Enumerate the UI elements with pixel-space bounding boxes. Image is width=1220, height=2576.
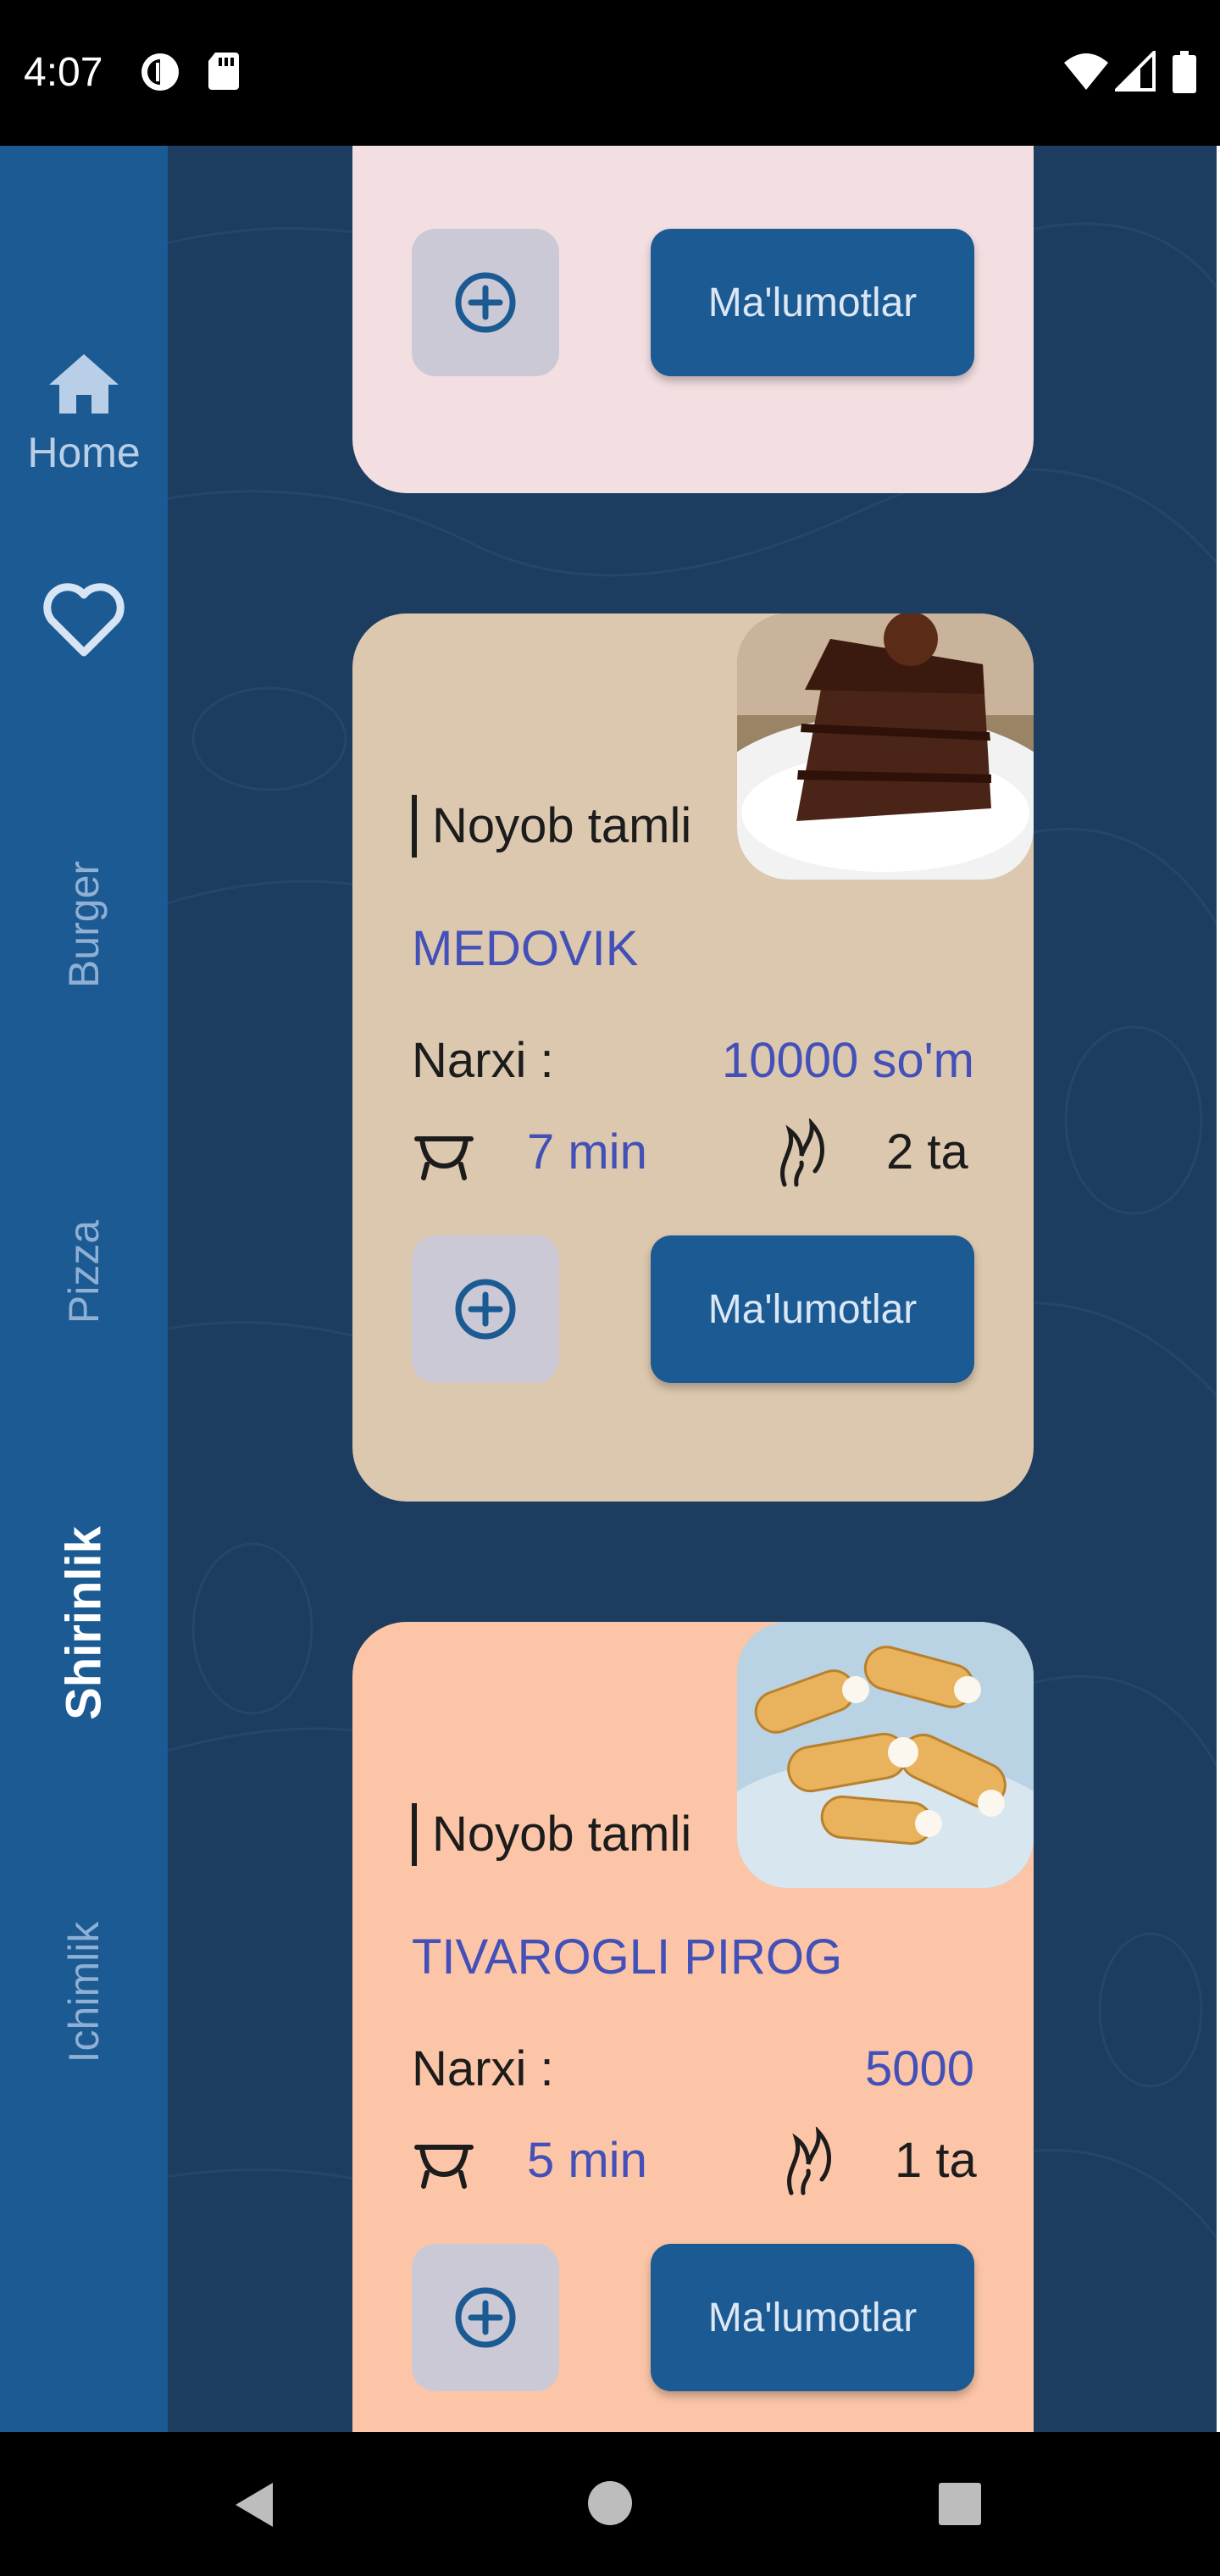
price-label: Narxi :	[412, 1033, 554, 1088]
details-button[interactable]: Ma'lumotlar	[651, 1235, 974, 1383]
product-card: Ma'lumotlar	[352, 146, 1034, 493]
cellular-signal-icon	[1115, 51, 1156, 92]
price-label: Narxi :	[412, 2041, 554, 2096]
plus-circle-icon	[455, 1279, 516, 1340]
home-button-icon[interactable]	[586, 2479, 634, 2527]
details-button[interactable]: Ma'lumotlar	[651, 229, 974, 376]
system-navigation-bar	[0, 2432, 1220, 2576]
fire-icon	[787, 2127, 831, 2196]
category-ichimlik[interactable]: Ichimlik	[59, 1890, 108, 2094]
scroll-edge	[1217, 146, 1220, 2432]
serving-count: 1 ta	[895, 2133, 977, 2188]
sd-card-icon	[208, 53, 239, 90]
cook-time: 5 min	[527, 2133, 647, 2188]
sidebar: Home Burger Pizza Shirinlik Ichimlik	[0, 146, 168, 2432]
product-image-chocolate-cake	[737, 613, 1034, 880]
category-burger[interactable]: Burger	[59, 840, 108, 1009]
product-tagline: Noyob tamli	[412, 795, 691, 858]
nav-favorites[interactable]	[42, 583, 126, 663]
product-name: TIVAROGLI PIROG	[412, 1929, 843, 1985]
category-pizza[interactable]: Pizza	[59, 1187, 108, 1357]
product-card[interactable]: Noyob tamli MEDOVIK Narxi : 10000 so'm 7…	[352, 613, 1034, 1502]
back-icon[interactable]	[230, 2479, 278, 2530]
category-shirinlik[interactable]: Shirinlik	[56, 1505, 113, 1742]
battery-icon	[1173, 51, 1196, 93]
app-notification-icon	[141, 53, 179, 91]
product-name: MEDOVIK	[412, 921, 639, 976]
nav-home-label: Home	[27, 429, 141, 476]
plus-circle-icon	[455, 272, 516, 333]
fire-icon	[780, 1119, 824, 1187]
cooking-pot-icon	[414, 1136, 474, 1180]
recents-icon[interactable]	[937, 2481, 983, 2527]
status-bar: 4:07	[0, 0, 1220, 146]
details-button[interactable]: Ma'lumotlar	[651, 2244, 974, 2391]
heart-icon	[43, 583, 125, 657]
serving-count: 2 ta	[886, 1124, 968, 1180]
add-to-cart-button[interactable]	[412, 1235, 559, 1383]
nav-home[interactable]: Home	[0, 349, 168, 477]
price-value: 5000	[864, 2041, 974, 2096]
add-to-cart-button[interactable]	[412, 229, 559, 376]
plus-circle-icon	[455, 2287, 516, 2348]
wifi-icon	[1064, 53, 1108, 90]
add-to-cart-button[interactable]	[412, 2244, 559, 2391]
product-tagline: Noyob tamli	[412, 1803, 691, 1866]
price-value: 10000 so'm	[721, 1033, 974, 1088]
main-content[interactable]: Home Burger Pizza Shirinlik Ichimlik Ma'…	[0, 146, 1217, 2432]
status-time: 4:07	[24, 50, 103, 95]
cook-time: 7 min	[527, 1124, 647, 1180]
app-screen: 4:07 Home Burger Pizza Shirinlik Ichimli…	[0, 0, 1220, 2576]
cooking-pot-icon	[414, 2145, 474, 2189]
product-image-cream-rolls	[737, 1622, 1034, 1888]
product-card[interactable]: Noyob tamli TIVAROGLI PIROG Narxi : 5000…	[352, 1622, 1034, 2432]
home-icon	[49, 354, 119, 414]
